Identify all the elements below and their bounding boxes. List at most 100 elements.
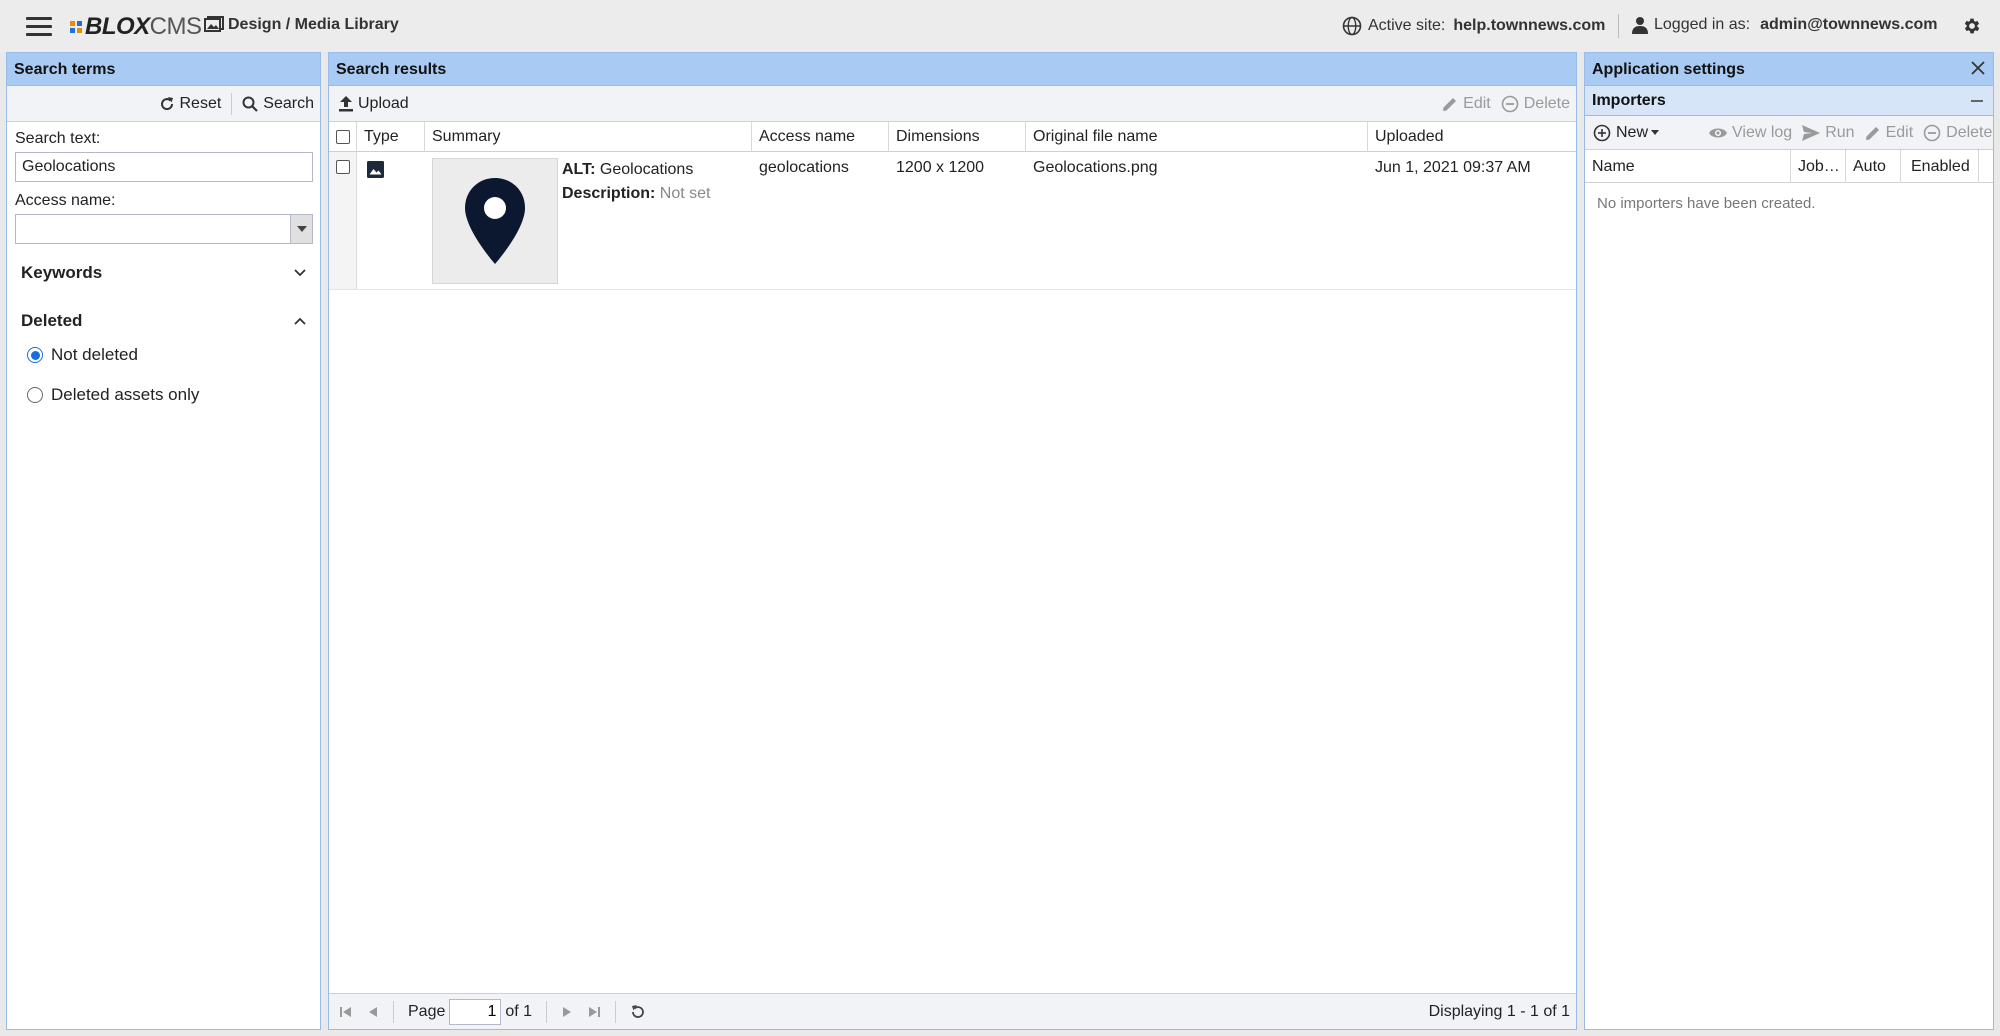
new-label: New — [1616, 123, 1649, 141]
column-header-dimensions[interactable]: Dimensions — [889, 122, 1026, 152]
delete-label: Delete — [1523, 95, 1570, 112]
breadcrumb-text: Design / Media Library — [228, 16, 399, 33]
deleted-heading: Deleted — [21, 311, 83, 330]
active-site-value: help.townnews.com — [1453, 17, 1606, 34]
new-importer-button[interactable]: New — [1593, 123, 1660, 142]
refresh-icon — [160, 96, 173, 110]
search-results-panel: Search results Upload Edit Delete Type S… — [328, 52, 1577, 1030]
importers-grid-header: Name Job… Auto Enabled — [1585, 150, 1993, 183]
combo-trigger[interactable] — [290, 215, 312, 243]
gear-icon[interactable] — [1962, 16, 1982, 36]
empty-importers-message: No importers have been created. — [1597, 195, 1816, 212]
column-header-job[interactable]: Job… — [1791, 150, 1846, 183]
bloxcms-logo[interactable]: BLOX CMS — [70, 13, 202, 40]
radio-deleted-only-label: Deleted assets only — [51, 385, 200, 404]
column-header-name[interactable]: Name — [1585, 150, 1791, 183]
radio-not-deleted[interactable]: Not deleted — [27, 340, 320, 370]
view-log-button[interactable]: View log — [1709, 124, 1792, 142]
results-pager: Page of 1 Displaying 1 - 1 of 1 — [329, 993, 1576, 1029]
eye-icon — [1709, 128, 1728, 137]
delete-button[interactable]: Delete — [1501, 95, 1570, 113]
description-value: Not set — [659, 185, 711, 202]
next-page-button[interactable] — [561, 1006, 573, 1018]
logo-blox-text: BLOX — [85, 13, 150, 40]
edit-importer-label: Edit — [1885, 123, 1914, 141]
pencil-icon — [1865, 126, 1879, 140]
search-button[interactable]: Search — [242, 95, 314, 113]
send-icon — [1802, 124, 1821, 141]
application-settings-header: Application settings — [1585, 53, 1993, 86]
map-pin-icon — [465, 178, 525, 264]
reset-button[interactable]: Reset — [159, 94, 222, 113]
user-icon — [1632, 17, 1648, 34]
alt-line: ALT: Geolocations — [562, 158, 710, 182]
prev-page-button[interactable] — [367, 1006, 379, 1018]
column-header-uploaded[interactable]: Uploaded — [1368, 122, 1576, 152]
page-number-input[interactable] — [449, 998, 502, 1025]
image-icon — [367, 161, 384, 178]
column-header-auto[interactable]: Auto — [1846, 150, 1901, 183]
active-site[interactable]: Active site: help.townnews.com — [1342, 16, 1605, 36]
hamburger-icon[interactable] — [26, 17, 52, 37]
access-name-value[interactable] — [16, 215, 290, 243]
top-bar: BLOX CMS Design / Media Library Active s… — [0, 0, 2000, 52]
deleted-section-toggle[interactable]: Deleted — [15, 306, 312, 336]
alt-label: ALT: — [562, 161, 596, 178]
column-header-enabled[interactable]: Enabled — [1901, 150, 1979, 183]
radio-button-unchecked[interactable] — [27, 387, 43, 403]
next-page-icon — [563, 1006, 572, 1017]
refresh-button[interactable] — [630, 1004, 646, 1020]
refresh-icon — [632, 1004, 644, 1018]
description-line: Description: Not set — [562, 182, 710, 206]
breadcrumb[interactable]: Design / Media Library — [204, 16, 399, 34]
importers-title: Importers — [1592, 92, 1666, 109]
logo-cms-text: CMS — [149, 13, 202, 40]
search-text-input[interactable] — [15, 152, 313, 182]
topbar-divider — [1618, 14, 1619, 38]
select-all-checkbox[interactable] — [336, 129, 350, 144]
media-library-icon — [204, 16, 224, 32]
search-terms-panel: Search terms Reset Search Search text: A… — [6, 52, 321, 1030]
last-page-icon — [589, 1006, 601, 1017]
last-page-button[interactable] — [587, 1006, 601, 1018]
keywords-section-toggle[interactable]: Keywords — [15, 258, 312, 288]
column-header-original-file-name[interactable]: Original file name — [1026, 122, 1368, 152]
pencil-icon — [1443, 98, 1457, 111]
access-name-combo[interactable] — [15, 214, 313, 244]
search-results-header: Search results — [329, 53, 1576, 86]
column-header-summary[interactable]: Summary — [425, 122, 752, 152]
application-settings-title: Application settings — [1592, 61, 1745, 78]
edit-importer-button[interactable]: Edit — [1865, 123, 1914, 142]
upload-button[interactable]: Upload — [339, 95, 409, 113]
close-icon[interactable] — [1971, 61, 1985, 75]
radio-button-checked[interactable] — [27, 347, 43, 363]
run-button[interactable]: Run — [1802, 124, 1855, 142]
first-page-button[interactable] — [339, 1006, 353, 1018]
search-text-label: Search text: — [15, 130, 101, 147]
original-file-name-cell: Geolocations.png — [1033, 159, 1158, 176]
importers-header: Importers — [1585, 86, 1993, 116]
logo-squares-icon — [70, 21, 82, 33]
summary-text: ALT: Geolocations Description: Not set — [558, 158, 710, 289]
globe-icon — [1342, 16, 1362, 36]
plus-circle-icon — [1593, 124, 1611, 141]
column-header-access-name[interactable]: Access name — [752, 122, 889, 152]
pager-divider — [546, 1000, 548, 1023]
collapse-icon[interactable] — [1971, 100, 1983, 102]
asset-thumbnail[interactable] — [432, 158, 558, 284]
pager-divider — [393, 1000, 394, 1023]
delete-importer-button[interactable]: Delete — [1923, 124, 1992, 142]
type-cell — [357, 152, 425, 289]
toolbar-divider — [231, 92, 233, 115]
column-header-type[interactable]: Type — [357, 122, 425, 152]
edit-button[interactable]: Edit — [1442, 95, 1491, 113]
reset-label: Reset — [179, 94, 222, 112]
row-checkbox[interactable] — [336, 160, 350, 174]
table-row[interactable]: ALT: Geolocations Description: Not set g… — [329, 152, 1576, 290]
chevron-up-icon — [294, 317, 306, 325]
logged-in-user[interactable]: Logged in as: admin@townnews.com — [1632, 16, 1937, 34]
radio-not-deleted-label: Not deleted — [51, 345, 138, 364]
radio-deleted-only[interactable]: Deleted assets only — [27, 380, 320, 410]
upload-icon — [339, 95, 353, 111]
description-label: Description: — [562, 185, 656, 202]
